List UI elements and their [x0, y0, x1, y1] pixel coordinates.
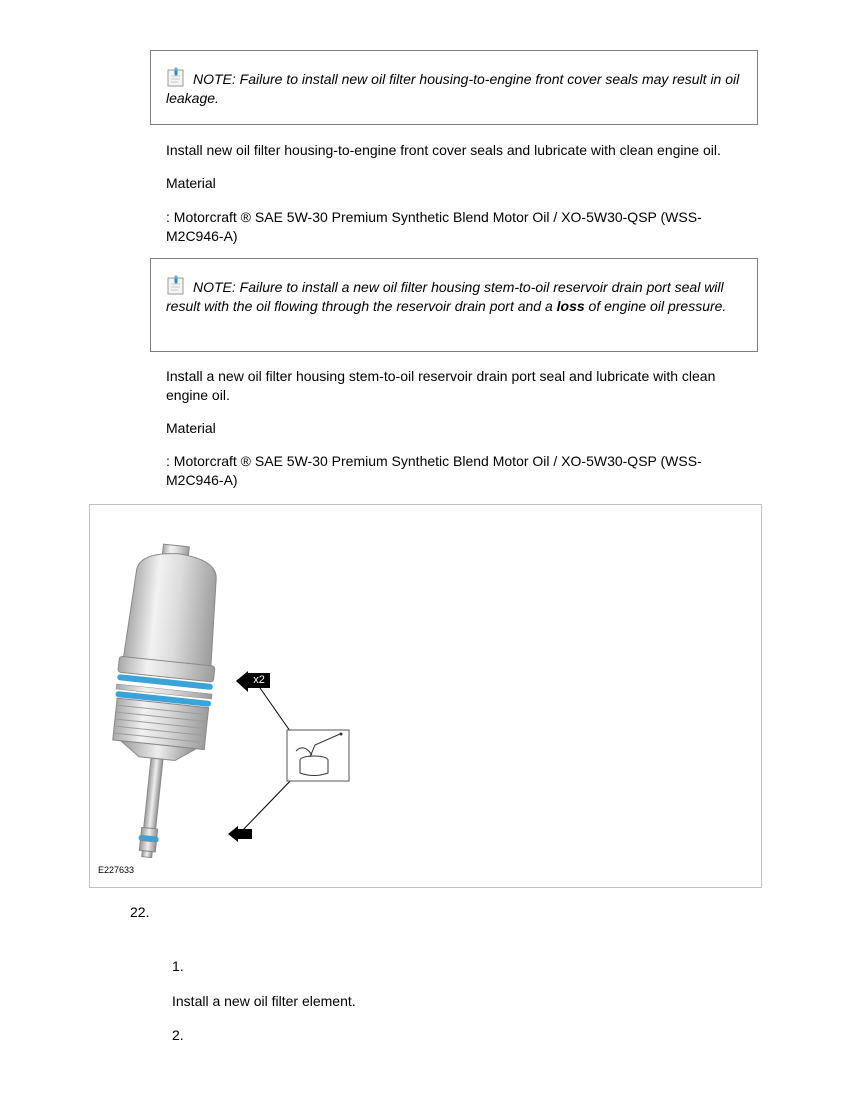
filter-housing-drawing — [112, 543, 350, 859]
material-value-2: : Motorcraft ® SAE 5W-30 Premium Synthet… — [166, 453, 702, 488]
note-2-bold-word: loss — [556, 298, 585, 314]
drain-seal-instruction: Install a new oil filter housing stem-to… — [166, 368, 716, 403]
step-number-22: 22. — [130, 904, 150, 920]
note-clipboard-icon — [166, 67, 186, 87]
arrow-left-icon — [228, 826, 252, 842]
oil-can-icon — [286, 729, 350, 782]
note-clipboard-icon — [166, 275, 186, 295]
sub-step-1-text: Install a new oil filter element. — [172, 993, 356, 1009]
quantity-callout: x2 — [248, 673, 270, 688]
seal-install-instruction: Install new oil filter housing-to-engine… — [166, 142, 721, 158]
note-box-1: NOTE: Failure to install new oil filter … — [150, 50, 758, 125]
note-box-2: NOTE: Failure to install a new oil filte… — [150, 258, 758, 352]
quantity-callout-label: x2 — [253, 674, 265, 686]
note-1-text: NOTE: Failure to install new oil filter … — [166, 71, 740, 106]
sub-step-number-1: 1. — [172, 958, 184, 974]
sub-step-number-2: 2. — [172, 1027, 184, 1043]
figure-code: E227633 — [98, 865, 135, 875]
material-value-1: : Motorcraft ® SAE 5W-30 Premium Synthet… — [166, 209, 702, 244]
material-label-1: Material — [166, 175, 216, 191]
note-2-text-end: of engine oil pressure. — [584, 298, 727, 314]
material-label-2: Material — [166, 420, 216, 436]
oil-filter-housing-illustration: x2 E227633 — [89, 504, 762, 888]
